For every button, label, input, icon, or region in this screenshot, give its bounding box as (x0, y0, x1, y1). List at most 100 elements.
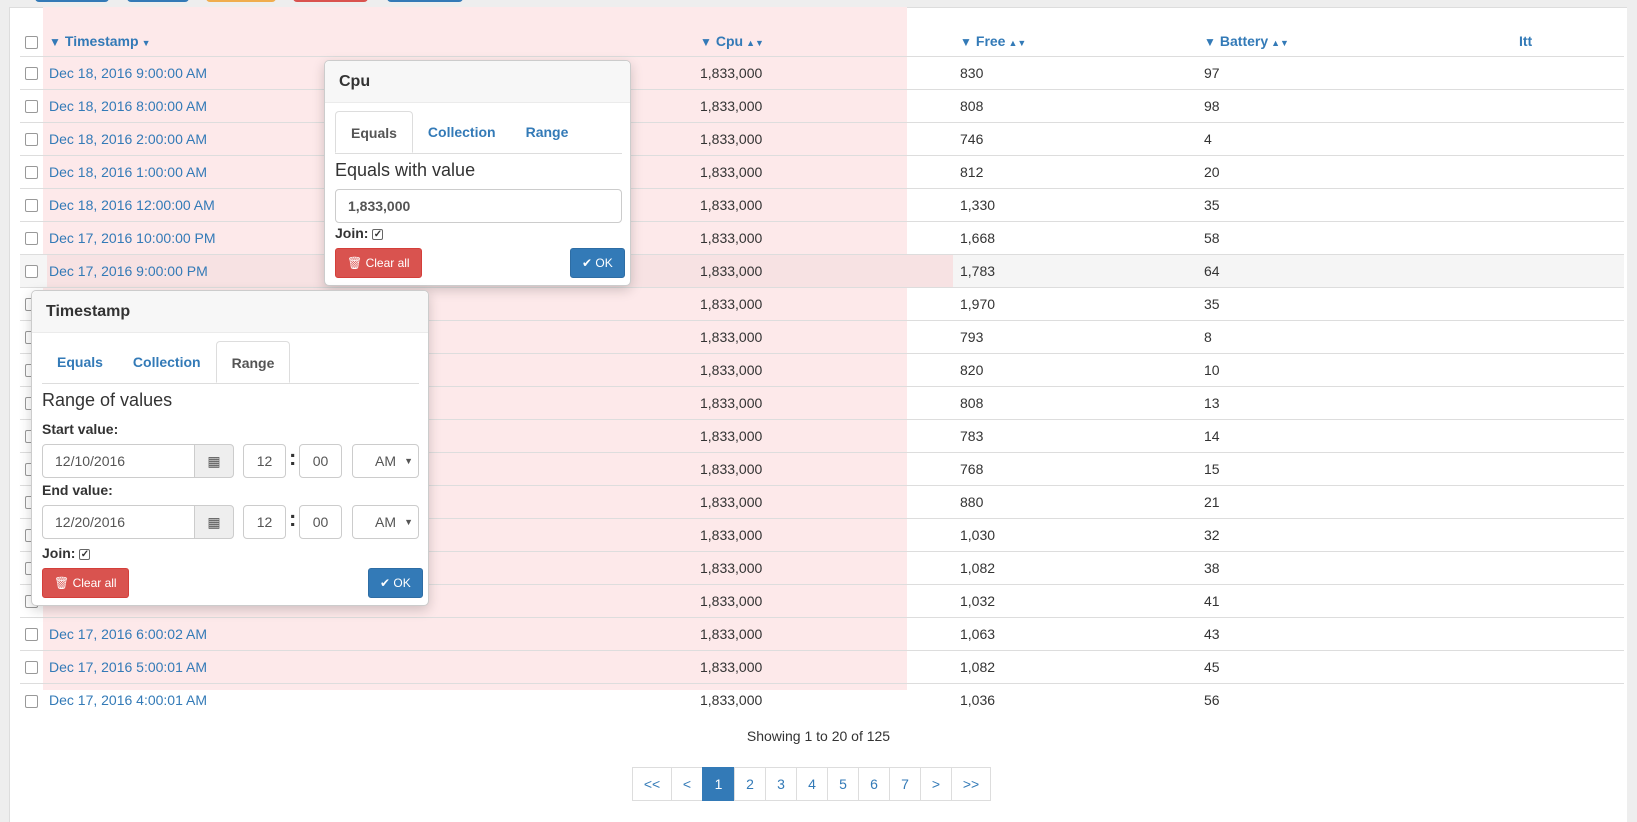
cell-cpu: 1,833,000 (691, 121, 953, 155)
tab-collection[interactable]: Collection (118, 341, 216, 383)
page-button[interactable]: >> (951, 767, 991, 801)
toolbar-button[interactable] (127, 0, 189, 2)
start-minute-input[interactable]: 00 (299, 444, 342, 478)
page-button[interactable]: 6 (858, 767, 890, 801)
cell-cpu: 1,833,000 (691, 682, 953, 716)
select-all-checkbox[interactable] (25, 35, 38, 49)
row-checkbox[interactable] (25, 199, 38, 213)
filter-icon[interactable]: ▼ (1204, 35, 1216, 49)
start-date-input[interactable]: 12/10/2016 (42, 444, 196, 478)
toolbar-button[interactable] (293, 0, 368, 2)
cell-cpu: 1,833,000 (691, 649, 953, 683)
sort-desc-icon[interactable]: ▼ (142, 38, 151, 48)
row-select-cell (20, 121, 47, 155)
cell-itt (1519, 352, 1624, 386)
cell-cpu: 1,833,000 (691, 286, 953, 320)
table-row[interactable]: Dec 17, 2016 5:00:01 AM 1,833,000 1,082 45 (20, 649, 1624, 683)
toolbar-button[interactable] (206, 0, 276, 2)
join-checkbox[interactable]: ✓ (79, 549, 91, 560)
calendar-icon[interactable]: ▦ (194, 444, 234, 478)
tab-range[interactable]: Range (215, 341, 291, 383)
end-hour-input[interactable]: 12 (243, 505, 286, 539)
cell-free: 793 (953, 319, 1198, 353)
tab-collection[interactable]: Collection (413, 111, 511, 153)
end-date-input[interactable]: 12/20/2016 (42, 505, 196, 539)
page-button[interactable]: < (671, 767, 703, 801)
cell-free: 880 (953, 484, 1198, 518)
tab-equals[interactable]: Equals (42, 341, 118, 383)
table-row[interactable]: Dec 18, 2016 9:00:00 AM 1,833,000 830 97 (20, 55, 1624, 89)
cell-battery: 45 (1198, 649, 1519, 683)
header-battery-label[interactable]: Battery (1220, 33, 1268, 49)
end-ampm-select[interactable]: AM ▼ (352, 505, 419, 539)
page-button[interactable]: 1 (702, 767, 735, 801)
clear-all-button[interactable]: 🗑 Clear all (335, 248, 422, 278)
start-hour-input[interactable]: 12 (243, 444, 286, 478)
row-checkbox[interactable] (25, 133, 38, 147)
cell-itt (1519, 187, 1624, 221)
cell-cpu: 1,833,000 (691, 253, 953, 287)
table-row[interactable]: Dec 18, 2016 12:00:00 AM 1,833,000 1,330 35 (20, 187, 1624, 221)
row-checkbox[interactable] (25, 232, 38, 246)
table-row[interactable]: Dec 18, 2016 8:00:00 AM 1,833,000 808 98 (20, 88, 1624, 122)
row-checkbox[interactable] (25, 166, 38, 180)
sort-icon[interactable]: ▲▼ (1008, 38, 1026, 48)
header-cpu-label[interactable]: Cpu (716, 33, 743, 49)
page-button[interactable]: 2 (734, 767, 766, 801)
join-checkbox[interactable]: ✓ (372, 229, 384, 240)
header-free[interactable]: ▼ Free ▲▼ (953, 26, 1198, 56)
table-row[interactable]: Dec 18, 2016 1:00:00 AM 1,833,000 812 20 (20, 154, 1624, 188)
filter-icon[interactable]: ▼ (49, 35, 61, 49)
row-select-cell (20, 55, 47, 89)
page-button[interactable]: 7 (889, 767, 921, 801)
header-cpu[interactable]: ▼ Cpu ▲▼ (691, 26, 953, 56)
row-checkbox[interactable] (25, 265, 38, 279)
tab-range[interactable]: Range (511, 111, 584, 153)
page-button[interactable]: 5 (827, 767, 859, 801)
row-checkbox[interactable] (25, 628, 38, 642)
row-checkbox[interactable] (25, 661, 38, 675)
row-select-cell (20, 220, 47, 254)
header-timestamp[interactable]: ▼ Timestamp ▼ (47, 26, 691, 56)
page-button[interactable]: << (632, 767, 672, 801)
table-row[interactable]: Dec 18, 2016 2:00:00 AM 1,833,000 746 4 (20, 121, 1624, 155)
toolbar-button[interactable] (35, 0, 109, 2)
calendar-icon[interactable]: ▦ (194, 505, 234, 539)
cell-timestamp[interactable]: Dec 17, 2016 4:00:01 AM (47, 682, 691, 716)
table-row[interactable]: Dec 17, 2016 10:00:00 PM 1,833,000 1,668 58 (20, 220, 1624, 254)
cell-free: 768 (953, 451, 1198, 485)
page-button[interactable]: > (920, 767, 952, 801)
page-button[interactable]: 3 (765, 767, 797, 801)
row-checkbox[interactable] (25, 100, 38, 114)
end-minute-input[interactable]: 00 (299, 505, 342, 539)
cell-timestamp[interactable]: Dec 17, 2016 5:00:01 AM (47, 649, 691, 683)
row-checkbox[interactable] (25, 67, 38, 81)
header-itt[interactable]: Itt (1519, 26, 1624, 56)
cell-free: 812 (953, 154, 1198, 188)
table-row[interactable]: Dec 17, 2016 9:00:00 PM 1,833,000 1,783 64 (20, 253, 1624, 287)
start-value-label: Start value: (42, 421, 119, 437)
cpu-filter-popover: Cpu Equals Collection Range Equals with … (324, 60, 631, 286)
start-ampm-select[interactable]: AM ▼ (352, 444, 419, 478)
filter-icon[interactable]: ▼ (700, 35, 712, 49)
equals-value-input[interactable]: 1,833,000 (335, 189, 622, 223)
clear-all-button[interactable]: 🗑 Clear all (42, 568, 129, 598)
toolbar-button[interactable] (387, 0, 463, 2)
cell-itt (1519, 286, 1624, 320)
table-row[interactable]: Dec 17, 2016 6:00:02 AM 1,833,000 1,063 43 (20, 616, 1624, 650)
table-row[interactable]: Dec 17, 2016 4:00:01 AM 1,833,000 1,036 56 (20, 682, 1624, 716)
header-timestamp-label[interactable]: Timestamp (65, 33, 139, 49)
chevron-down-icon: ▼ (404, 517, 413, 527)
cell-timestamp[interactable]: Dec 17, 2016 6:00:02 AM (47, 616, 691, 650)
filter-icon[interactable]: ▼ (960, 35, 972, 49)
ok-button[interactable]: ✔ OK (570, 248, 625, 278)
page-button[interactable]: 4 (796, 767, 828, 801)
header-free-label[interactable]: Free (976, 33, 1006, 49)
header-battery[interactable]: ▼ Battery ▲▼ (1198, 26, 1519, 56)
ok-button[interactable]: ✔ OK (368, 568, 423, 598)
sort-icon[interactable]: ▲▼ (1271, 38, 1289, 48)
tab-equals[interactable]: Equals (335, 111, 413, 153)
cell-cpu: 1,833,000 (691, 616, 953, 650)
row-checkbox[interactable] (25, 694, 38, 708)
sort-icon[interactable]: ▲▼ (746, 38, 764, 48)
